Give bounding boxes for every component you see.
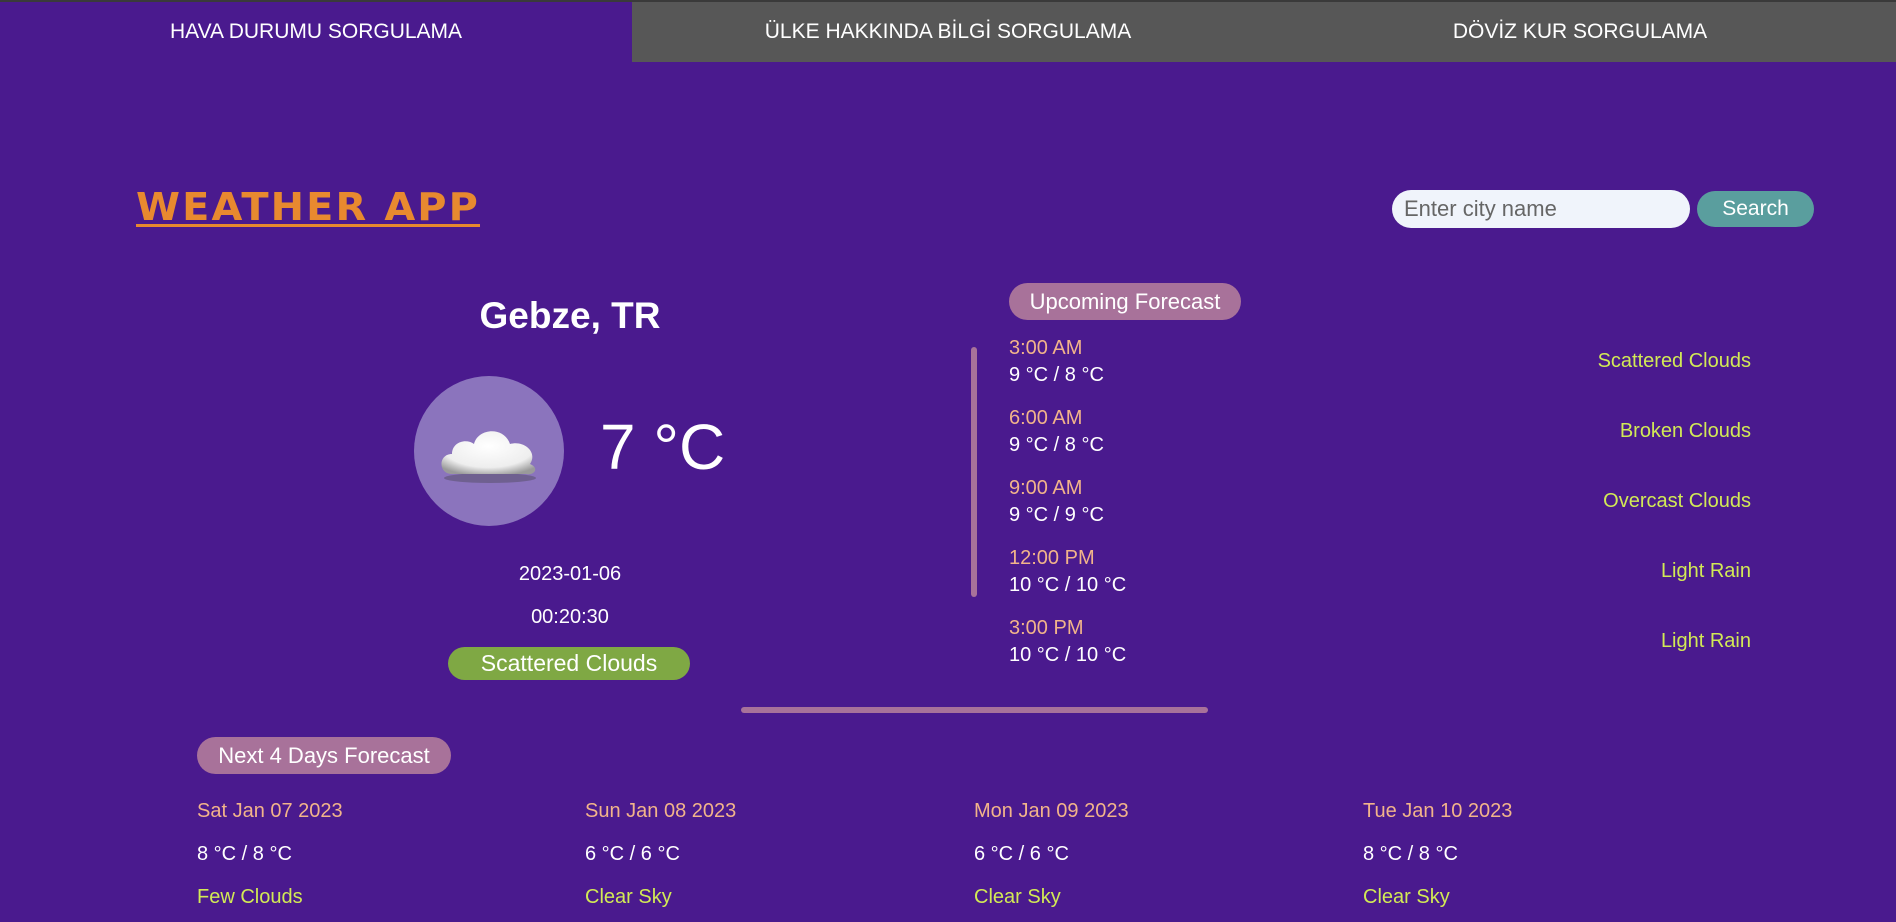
- city-name: Gebze, TR: [479, 295, 661, 336]
- day-description: Clear Sky: [974, 886, 1061, 908]
- day-date: Mon Jan 09 2023: [974, 800, 1129, 822]
- upcoming-forecast-list: 3:00 AM 9 °C / 8 °C Scattered Clouds 6:0…: [1009, 335, 1751, 685]
- list-item: 12:00 PM 10 °C / 10 °C Light Rain: [1009, 545, 1751, 615]
- day-date: Tue Jan 10 2023: [1363, 800, 1513, 822]
- horizontal-divider: [741, 707, 1208, 713]
- day-description: Clear Sky: [1363, 886, 1450, 908]
- day-description: Few Clouds: [197, 886, 303, 908]
- day-temperature: 6 °C / 6 °C: [974, 843, 1069, 865]
- list-item: 3:00 PM 10 °C / 10 °C Light Rain: [1009, 615, 1751, 685]
- tab-currency-rate[interactable]: DÖVİZ KUR SORGULAMA: [1264, 2, 1896, 62]
- forecast-temperature: 9 °C / 9 °C: [1009, 504, 1104, 526]
- cloud-icon: [441, 431, 536, 483]
- forecast-temperature: 9 °C / 8 °C: [1009, 364, 1104, 386]
- forecast-description: Light Rain: [1660, 630, 1751, 652]
- top-tab-bar: HAVA DURUMU SORGULAMA ÜLKE HAKKINDA BİLG…: [0, 0, 1896, 62]
- vertical-divider: [971, 347, 977, 597]
- forecast-temperature: 9 °C / 8 °C: [1009, 434, 1104, 456]
- forecast-temperature: 10 °C / 10 °C: [1009, 644, 1127, 666]
- day-temperature: 8 °C / 8 °C: [1363, 843, 1458, 865]
- forecast-description: Light Rain: [1660, 560, 1751, 582]
- list-item: 3:00 AM 9 °C / 8 °C Scattered Clouds: [1009, 335, 1751, 405]
- forecast-time: 12:00 PM: [1009, 547, 1095, 569]
- day-date: Sat Jan 07 2023: [197, 800, 343, 822]
- current-temperature: 7 °C: [600, 411, 726, 483]
- list-item: 9:00 AM 9 °C / 9 °C Overcast Clouds: [1009, 475, 1751, 545]
- forecast-description: Overcast Clouds: [1603, 490, 1751, 512]
- tab-country-info[interactable]: ÜLKE HAKKINDA BİLGİ SORGULAMA: [632, 2, 1264, 62]
- next-days-heading: Next 4 Days Forecast: [197, 737, 451, 774]
- day-date: Sun Jan 08 2023: [585, 800, 737, 822]
- forecast-time: 6:00 AM: [1009, 407, 1083, 429]
- upcoming-forecast-heading: Upcoming Forecast: [1009, 283, 1241, 320]
- forecast-description: Broken Clouds: [1619, 420, 1751, 442]
- tab-weather[interactable]: HAVA DURUMU SORGULAMA: [0, 2, 632, 62]
- forecast-temperature: 10 °C / 10 °C: [1009, 574, 1127, 596]
- weather-icon-container: [414, 376, 564, 526]
- search-button[interactable]: Search: [1697, 191, 1814, 227]
- city-search-input[interactable]: [1392, 190, 1690, 228]
- current-time: 00:20:30: [531, 606, 609, 628]
- forecast-description: Scattered Clouds: [1597, 350, 1751, 372]
- forecast-time: 3:00 PM: [1009, 617, 1084, 639]
- app-title: WEATHER APP: [136, 185, 481, 229]
- forecast-time: 9:00 AM: [1009, 477, 1083, 499]
- day-temperature: 8 °C / 8 °C: [197, 843, 292, 865]
- current-description-badge: Scattered Clouds: [448, 647, 690, 680]
- day-description: Clear Sky: [585, 886, 672, 908]
- forecast-time: 3:00 AM: [1009, 337, 1083, 359]
- list-item: 6:00 AM 9 °C / 8 °C Broken Clouds: [1009, 405, 1751, 475]
- search-bar: Search: [1392, 190, 1814, 228]
- current-date: 2023-01-06: [518, 563, 622, 585]
- day-temperature: 6 °C / 6 °C: [585, 843, 680, 865]
